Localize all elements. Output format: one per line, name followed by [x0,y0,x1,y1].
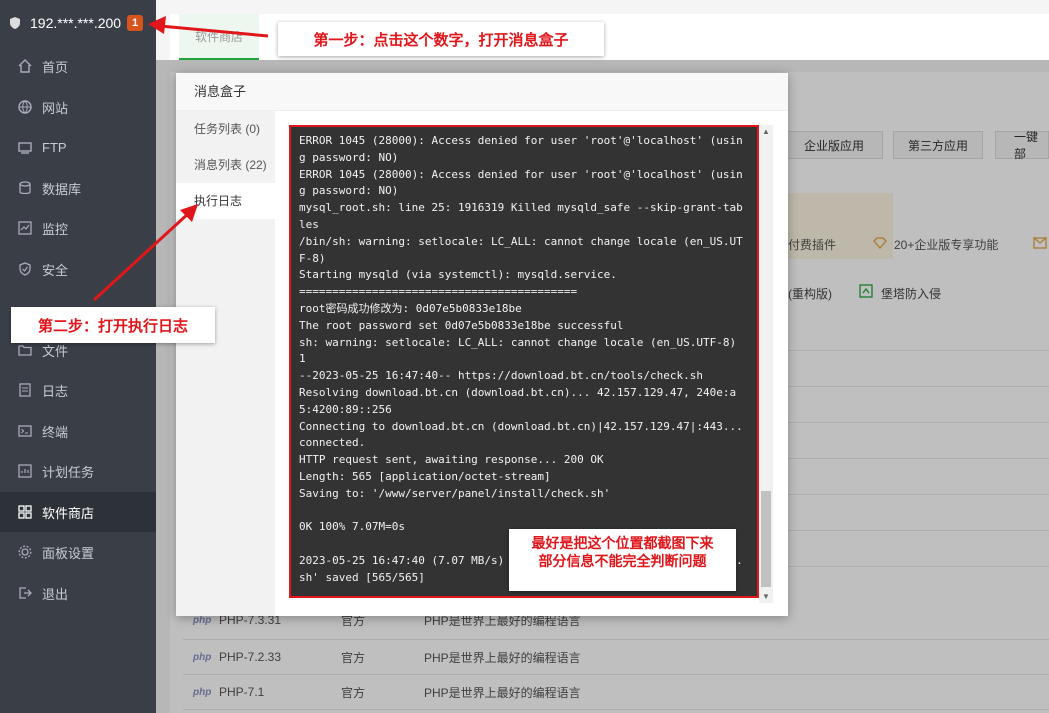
log-line: Length: 565 [application/octet-stream] [299,469,551,483]
server-header: 192.***.***.200 1 [0,0,156,46]
sidebar-item-label: 日志 [42,383,69,399]
sidebar-item-logout[interactable]: 退出 [0,573,156,613]
log-icon [19,383,31,397]
server-shield-icon [10,17,20,29]
sidebar-item-label: 终端 [42,424,69,440]
nav-task-list[interactable]: 任务列表 (0) [176,111,275,147]
sidebar-item-label: FTP [42,139,67,155]
annotation-step1: 第一步：点击这个数字，打开消息盒子 [278,22,604,56]
log-line: ========================================… [299,285,578,299]
folder-icon [18,345,32,356]
globe-icon [18,100,32,114]
scroll-thumb[interactable] [761,491,771,587]
sidebar-item-home[interactable]: 首页 [0,46,156,86]
sidebar-item-label: 首页 [42,59,69,75]
log-line: --2023-05-25 16:47:40-- https://download… [299,369,703,383]
message-badge[interactable]: 1 [127,15,144,31]
monitor-icon [18,221,32,235]
logout-icon [19,587,32,599]
log-line: /bin/sh: warning: setlocale: LC_ALL: can… [299,234,743,265]
clock-icon [18,464,32,478]
sidebar-item-store[interactable]: 软件商店 [0,492,156,532]
log-line: sh: warning: setlocale: LC_ALL: cannot c… [299,335,737,349]
annotation-tip: 最好是把这个位置都截图下来 部分信息不能完全判断问题 [509,529,736,591]
home-icon [18,59,32,73]
dialog-nav: 任务列表 (0) 消息列表 (22) 执行日志 [176,111,275,616]
sidebar-item-label: 网站 [42,100,69,116]
sidebar-item-label: 软件商店 [42,505,95,521]
log-line: ERROR 1045 (28000): Access denied for us… [299,134,743,164]
log-line: root密码成功修改为: 0d07e5b0833e18be [299,301,522,315]
nav-execution-log[interactable]: 执行日志 [176,183,275,219]
tab-software-store[interactable]: 软件商店 [179,14,259,60]
annotation-step2: 第二步：打开执行日志 [11,307,215,343]
log-line: mysql_root.sh: line 25: 1916319 Killed m… [299,201,743,231]
sidebar-item-website[interactable]: 网站 [0,87,156,127]
log-scrollbar[interactable]: ▲ ▼ [759,125,773,603]
sidebar-item-label: 计划任务 [42,464,95,480]
database-icon [19,181,31,195]
sidebar-item-ftp[interactable]: FTP [0,127,156,167]
log-line: Connecting to download.bt.cn (download.b… [299,419,750,450]
log-line: 1 [299,352,306,366]
ftp-icon [18,142,32,154]
nav-message-list[interactable]: 消息列表 (22) [176,147,275,183]
sidebar-item-label: 文件 [42,343,69,359]
sidebar-item-label: 面板设置 [42,545,95,561]
sidebar-item-security[interactable]: 安全 [0,249,156,289]
log-line: HTTP request sent, awaiting response... … [299,453,604,467]
gear-icon [18,545,32,559]
sidebar-item-logs[interactable]: 日志 [0,370,156,410]
terminal-icon [18,425,32,437]
scroll-down-icon[interactable]: ▼ [762,592,770,601]
sidebar-item-label: 监控 [42,221,69,237]
log-line: The root password set 0d07e5b0833e18be s… [299,318,624,332]
sidebar-item-cron[interactable]: 计划任务 [0,451,156,491]
sidebar-item-label: 数据库 [42,181,82,197]
log-line: Starting mysqld (via systemctl): mysqld.… [299,268,617,282]
sidebar: 192.***.***.200 1 首页 网站 FTP 数据库 监控 安全 文件… [0,0,156,713]
sidebar-item-database[interactable]: 数据库 [0,168,156,208]
grid-icon [18,505,32,519]
annotation-tip-line1: 最好是把这个位置都截图下来 [531,536,714,552]
sidebar-item-monitor[interactable]: 监控 [0,208,156,248]
annotation-tip-line2: 部分信息不能完全判断问题 [538,554,707,570]
log-line: Saving to: '/www/server/panel/install/ch… [299,486,611,500]
server-ip: 192.***.***.200 [30,15,122,31]
shield-icon [19,262,31,276]
scroll-up-icon[interactable]: ▲ [762,127,770,136]
execution-log-output[interactable]: ERROR 1045 (28000): Access denied for us… [289,125,759,598]
log-line: Resolving download.bt.cn (download.bt.cn… [299,385,737,416]
sidebar-item-terminal[interactable]: 终端 [0,411,156,451]
sidebar-item-settings[interactable]: 面板设置 [0,532,156,572]
dialog-title: 消息盒子 [176,73,788,111]
sidebar-item-label: 退出 [42,586,69,602]
sidebar-item-label: 安全 [42,262,69,278]
log-line: ERROR 1045 (28000): Access denied for us… [299,167,743,198]
